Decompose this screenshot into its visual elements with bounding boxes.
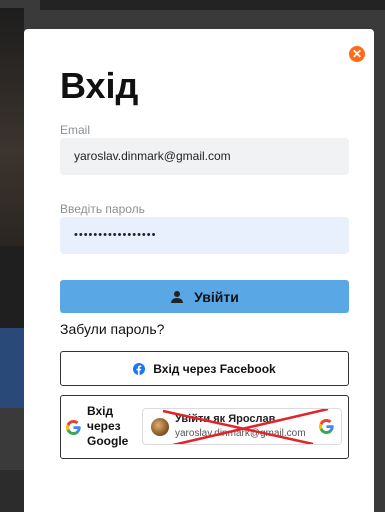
facebook-button-label: Вхід через Facebook [153, 361, 276, 376]
user-icon [170, 290, 184, 304]
google-account-name: Увійти як Ярослав [175, 413, 276, 425]
google-account-email: yaroslav.dinmark@gmail.com [175, 428, 306, 439]
facebook-login-button[interactable]: Вхід через Facebook [60, 351, 349, 386]
login-button[interactable]: Увійти [60, 280, 349, 313]
background-header-strip [40, 0, 385, 10]
google-icon [319, 419, 334, 439]
page-title: Вхід [60, 65, 139, 106]
google-icon [66, 420, 81, 440]
login-modal: ✕ Вхід Email yaroslav.dinmark@gmail.com … [24, 29, 374, 512]
password-field[interactable]: ••••••••••••••••• [60, 217, 349, 254]
google-account-button[interactable]: Увійти як Ярослав yaroslav.dinmark@gmail… [142, 408, 342, 445]
google-login-section: Вхід через Google Увійти як Ярослав yaro… [60, 395, 349, 459]
background-panel [0, 246, 24, 328]
google-login-label: Вхід через Google [87, 404, 129, 448]
forgot-password-link[interactable]: Забули пароль? [60, 321, 164, 337]
close-icon[interactable]: ✕ [349, 46, 365, 62]
login-button-label: Увійти [194, 288, 239, 305]
password-label: Введіть пароль [60, 202, 145, 216]
background-image [0, 8, 24, 246]
email-label: Email [60, 123, 91, 137]
avatar [151, 418, 169, 436]
email-field[interactable]: yaroslav.dinmark@gmail.com [60, 138, 349, 175]
background-banner [0, 328, 24, 408]
facebook-icon [133, 362, 146, 375]
background-footer [0, 470, 24, 512]
